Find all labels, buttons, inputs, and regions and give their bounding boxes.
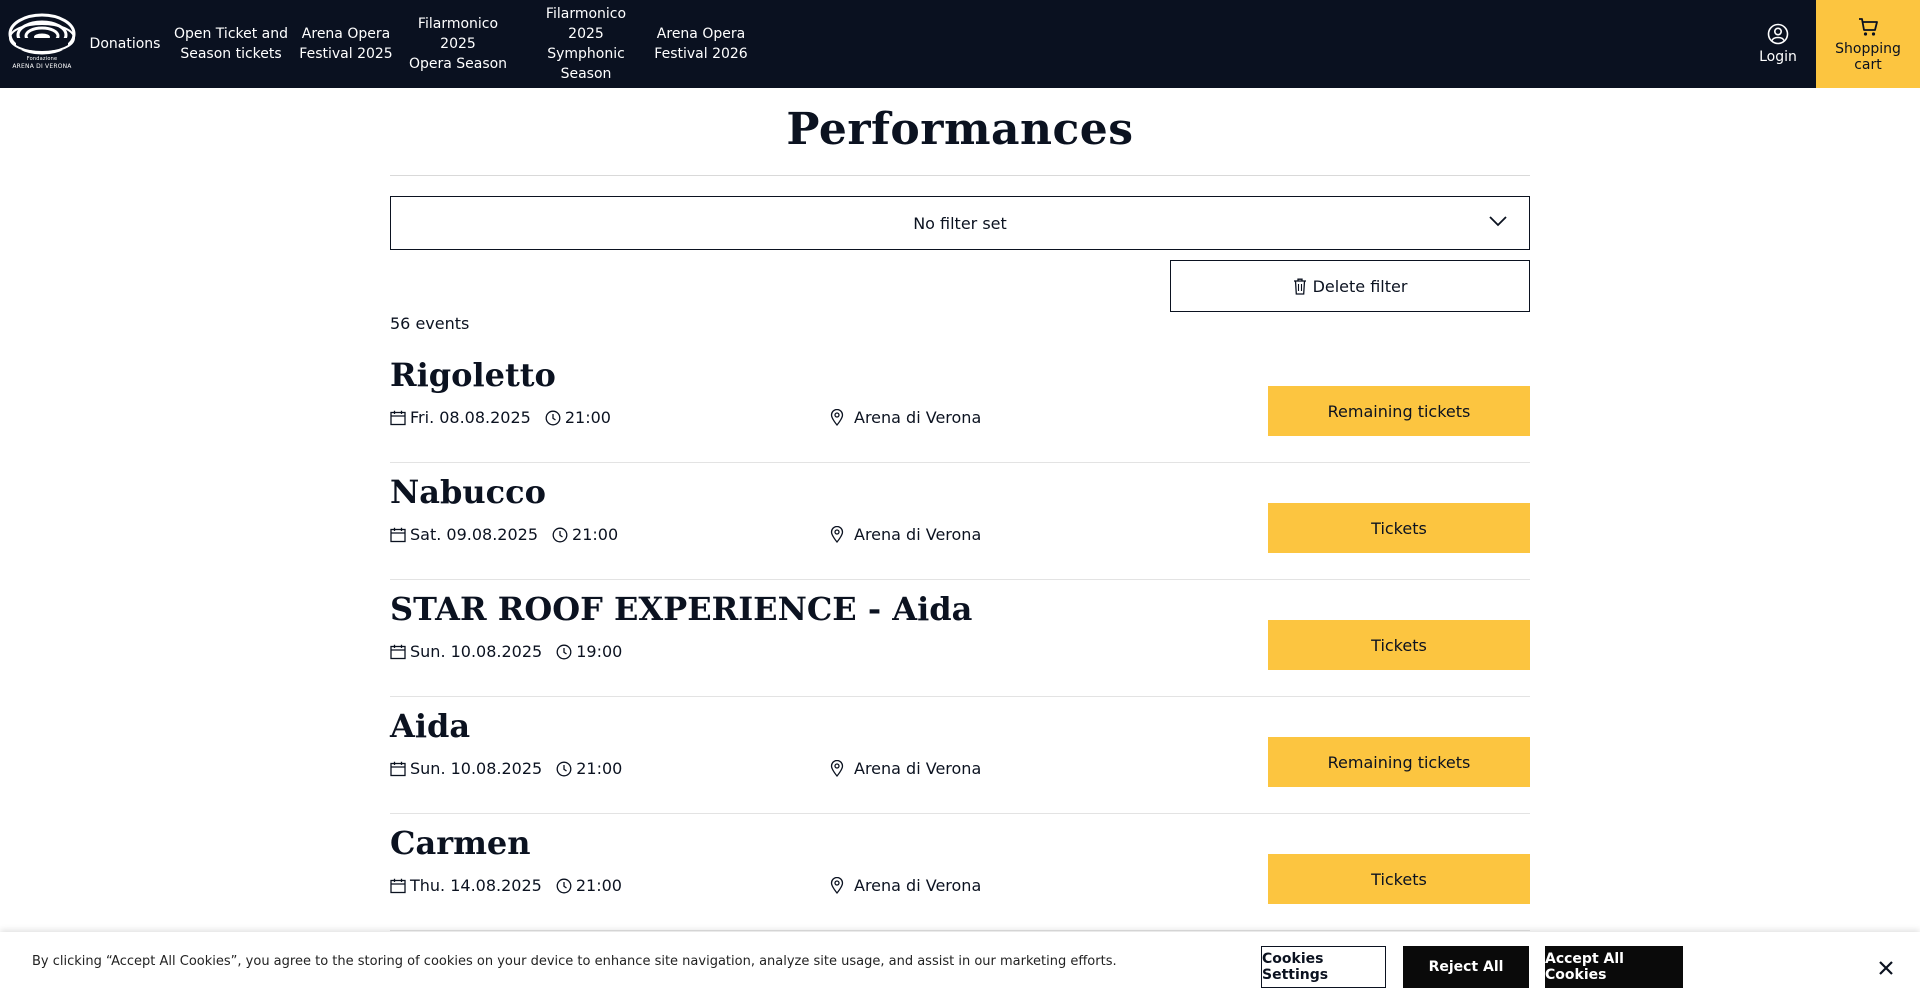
- nav-label: Filarmonico 2025 Opera Season: [408, 16, 508, 72]
- arena-logo[interactable]: Fondazione ARENA DI VERONA: [8, 12, 76, 74]
- tickets-button[interactable]: Tickets: [1268, 620, 1530, 670]
- calendar-icon: [390, 761, 406, 776]
- location-pin-icon: [830, 409, 844, 426]
- cart-label: Shopping cart: [1835, 40, 1901, 73]
- calendar-icon: [390, 527, 406, 542]
- event-row: Rigoletto Fri. 08.08.2025 21:00 Arena di…: [390, 346, 1530, 463]
- event-date: Sun. 10.08.2025: [410, 642, 543, 661]
- event-datetime: Thu. 14.08.2025 21:00: [390, 876, 622, 895]
- trash-icon: [1293, 278, 1306, 295]
- venue-label: Arena di Verona: [854, 876, 982, 895]
- nav-label: Filarmonico 2025 Symphonic Season: [545, 6, 627, 82]
- event-time: 21:00: [575, 876, 622, 895]
- logo-line-2: ARENA DI VERONA: [12, 63, 72, 70]
- event-datetime: Sat. 09.08.2025 21:00: [390, 525, 618, 544]
- calendar-icon: [390, 644, 406, 659]
- venue-label: Arena di Verona: [854, 408, 982, 427]
- location-pin-icon: [830, 526, 844, 543]
- accept-all-cookies-button[interactable]: Accept All Cookies: [1545, 946, 1683, 988]
- title-divider: [390, 175, 1530, 176]
- event-date: Fri. 08.08.2025: [410, 408, 531, 427]
- nav-label: Open Ticket and Season tickets: [173, 26, 289, 62]
- event-count: 56 events: [390, 314, 470, 333]
- event-title[interactable]: Aida: [390, 707, 470, 745]
- event-venue: Arena di Verona: [830, 408, 981, 427]
- cookies-settings-button[interactable]: Cookies Settings: [1261, 946, 1386, 988]
- nav-item-filarmonico-symphonic[interactable]: Filarmonico 2025 Symphonic Season: [526, 0, 646, 88]
- event-title[interactable]: Rigoletto: [390, 356, 556, 394]
- event-time: 19:00: [576, 642, 623, 661]
- nav-item-arena-2026[interactable]: Arena Opera Festival 2026: [654, 0, 748, 88]
- clock-icon: [552, 527, 568, 542]
- event-time: 21:00: [564, 408, 611, 427]
- remaining-tickets-button[interactable]: Remaining tickets: [1268, 737, 1530, 787]
- close-icon[interactable]: [1876, 958, 1896, 978]
- event-time: 21:00: [576, 759, 623, 778]
- top-navigation-bar: Fondazione ARENA DI VERONA Donations Ope…: [0, 0, 1920, 88]
- calendar-icon: [390, 410, 406, 425]
- logo-text: Fondazione ARENA DI VERONA: [8, 56, 76, 70]
- tickets-button[interactable]: Tickets: [1268, 503, 1530, 553]
- login-button[interactable]: Login: [1740, 0, 1816, 88]
- logo-line-1: Fondazione: [26, 56, 58, 62]
- reject-all-button[interactable]: Reject All: [1403, 946, 1529, 988]
- filter-label: No filter set: [913, 213, 1007, 233]
- venue-label: Arena di Verona: [854, 759, 982, 778]
- event-datetime: Fri. 08.08.2025 21:00: [390, 408, 611, 427]
- nav-item-arena-2025[interactable]: Arena Opera Festival 2025: [298, 0, 394, 88]
- nav-label: Donations: [89, 36, 161, 52]
- clock-icon: [545, 410, 561, 425]
- event-date: Thu. 14.08.2025: [410, 876, 542, 895]
- remaining-tickets-button[interactable]: Remaining tickets: [1268, 386, 1530, 436]
- nav-item-filarmonico-opera[interactable]: Filarmonico 2025 Opera Season: [400, 0, 516, 88]
- arena-logo-icon: [8, 13, 76, 55]
- login-label: Login: [1759, 49, 1797, 65]
- event-row: Nabucco Sat. 09.08.2025 21:00 Arena di V…: [390, 463, 1530, 580]
- shopping-cart-button[interactable]: Shopping cart: [1816, 0, 1920, 88]
- event-title[interactable]: STAR ROOF EXPERIENCE - Aida: [390, 590, 972, 628]
- venue-label: Arena di Verona: [854, 525, 982, 544]
- event-row: STAR ROOF EXPERIENCE - Aida Sun. 10.08.2…: [390, 580, 1530, 697]
- event-title[interactable]: Carmen: [390, 824, 531, 862]
- event-row: Carmen Thu. 14.08.2025 21:00 Arena di Ve…: [390, 814, 1530, 931]
- filter-dropdown[interactable]: No filter set: [390, 196, 1530, 250]
- event-row: Aida Sun. 10.08.2025 21:00 Arena di Vero…: [390, 697, 1530, 814]
- event-date: Sat. 09.08.2025: [410, 525, 539, 544]
- delete-filter-button[interactable]: Delete filter: [1170, 260, 1530, 312]
- event-venue: Arena di Verona: [830, 759, 981, 778]
- nav-item-donations[interactable]: Donations: [89, 0, 161, 88]
- delete-filter-label: Delete filter: [1312, 276, 1408, 296]
- location-pin-icon: [830, 760, 844, 777]
- nav-label: Arena Opera Festival 2025: [299, 26, 393, 62]
- clock-icon: [556, 761, 572, 776]
- calendar-icon: [390, 878, 406, 893]
- event-title[interactable]: Nabucco: [390, 473, 546, 511]
- event-datetime: Sun. 10.08.2025 19:00: [390, 642, 622, 661]
- chevron-down-icon: [1489, 216, 1507, 227]
- nav-label: Arena Opera Festival 2026: [654, 26, 748, 62]
- nav-item-open-ticket[interactable]: Open Ticket and Season tickets: [172, 0, 290, 88]
- event-venue: Arena di Verona: [830, 525, 981, 544]
- tickets-button[interactable]: Tickets: [1268, 854, 1530, 904]
- location-pin-icon: [830, 877, 844, 894]
- cookie-banner: By clicking “Accept All Cookies”, you ag…: [0, 932, 1920, 993]
- page-title: Performances: [786, 104, 1134, 155]
- event-venue: Arena di Verona: [830, 876, 981, 895]
- clock-icon: [556, 878, 572, 893]
- event-date: Sun. 10.08.2025: [410, 759, 543, 778]
- clock-icon: [556, 644, 572, 659]
- event-time: 21:00: [572, 525, 619, 544]
- user-icon: [1767, 23, 1789, 45]
- cookie-text: By clicking “Accept All Cookies”, you ag…: [32, 954, 1117, 969]
- event-datetime: Sun. 10.08.2025 21:00: [390, 759, 622, 778]
- cart-icon: [1859, 17, 1878, 36]
